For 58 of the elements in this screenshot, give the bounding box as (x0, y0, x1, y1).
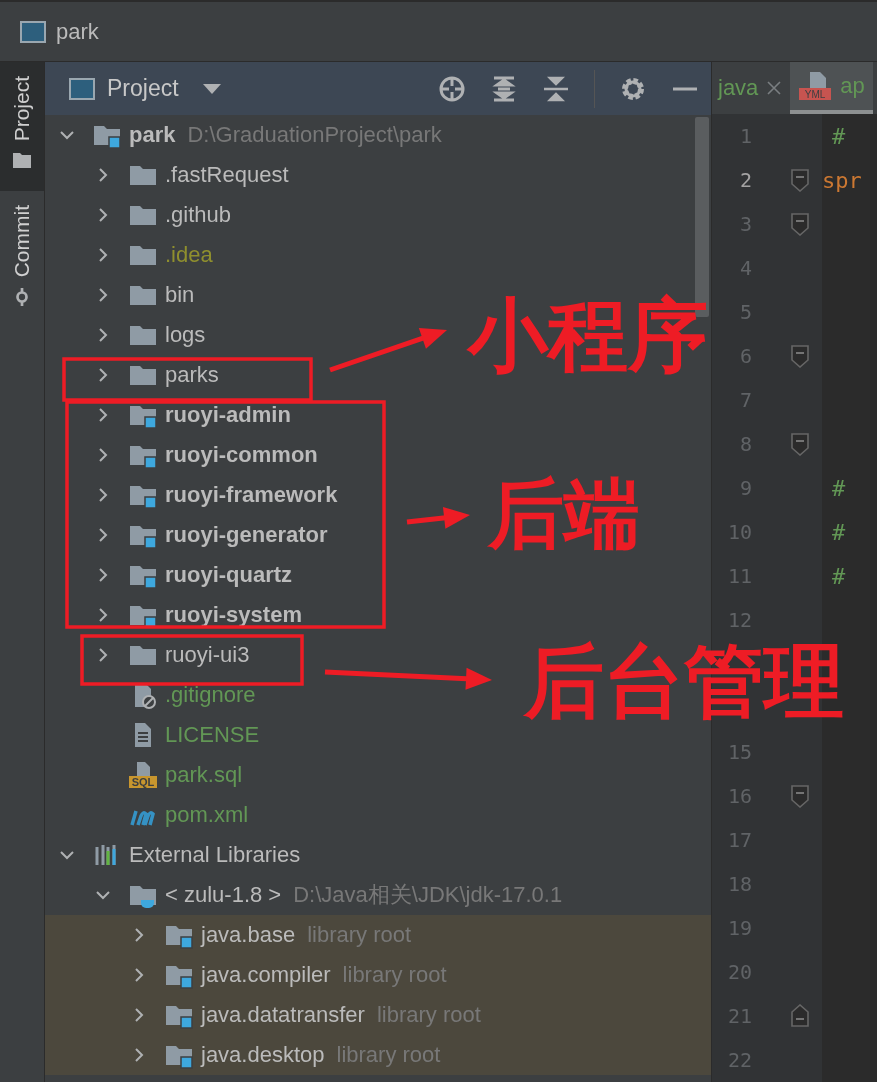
path-hint: library root (336, 1042, 441, 1068)
path-hint: library root (307, 922, 412, 948)
tree-item[interactable]: ruoyi-admin (165, 402, 291, 428)
tree-item[interactable]: java.base (201, 922, 296, 948)
tree-item[interactable]: ruoyi-ui3 (165, 642, 250, 668)
annotation-label: 后台管理 (524, 642, 844, 722)
locate-icon[interactable] (438, 74, 466, 103)
tree-item[interactable]: LICENSE (165, 722, 260, 748)
fold-marker-icon[interactable] (790, 344, 810, 368)
fold-marker-icon[interactable] (790, 212, 810, 236)
tree-item[interactable]: park (129, 122, 176, 148)
window-icon (20, 20, 46, 43)
fold-marker-icon[interactable] (790, 432, 810, 456)
fold-marker-icon[interactable] (790, 784, 810, 808)
code-text: # (832, 519, 846, 545)
tree-item[interactable]: parks (165, 362, 219, 388)
path-hint: D:\GraduationProject\park (187, 122, 442, 148)
tree-item[interactable]: logs (165, 322, 206, 348)
tree-item[interactable]: bin (165, 282, 195, 308)
panel-icon (69, 77, 95, 100)
tree-item[interactable]: java.datatransfer (201, 1002, 365, 1028)
arrow (406, 506, 470, 529)
tree-item[interactable]: park.sql (165, 762, 243, 788)
close-icon[interactable] (766, 80, 783, 96)
tree-item[interactable]: pom.xml (165, 802, 249, 828)
tree-item[interactable]: ruoyi-generator (165, 522, 328, 548)
annotation-label: 后端 (488, 476, 640, 552)
code-text: # (832, 123, 846, 149)
path-hint: D:\Java相关\JDK\jdk-17.0.1 (293, 881, 563, 909)
fold-marker-icon[interactable] (790, 1004, 810, 1028)
tool-window-tab[interactable]: Commit (0, 191, 44, 328)
tree-item[interactable]: java.desktop (201, 1042, 325, 1068)
path-hint: library root (376, 1002, 481, 1028)
collapse-all-icon[interactable] (542, 74, 570, 103)
code-text: spr (822, 167, 862, 193)
tree-item[interactable]: External Libraries (129, 842, 301, 868)
tree-item[interactable]: .github (165, 202, 232, 228)
dropdown-caret-icon[interactable] (202, 83, 221, 94)
tree-item[interactable]: java.compiler (201, 962, 331, 988)
tree-item[interactable]: ruoyi-common (165, 442, 318, 468)
tree-item[interactable]: ruoyi-system (165, 602, 302, 628)
code-text: # (832, 475, 846, 501)
tool-window-tab[interactable]: Project (0, 62, 44, 192)
tree-item[interactable]: ruoyi-quartz (165, 562, 293, 588)
line-number: 2 (738, 168, 752, 192)
tree-item[interactable]: .fastRequest (165, 162, 289, 188)
window-title: park (56, 18, 99, 45)
tree-item[interactable]: < zulu-1.8 > (165, 882, 282, 908)
tree-item[interactable]: .gitignore (165, 682, 256, 708)
tree-item[interactable]: .idea (165, 242, 213, 268)
panel-title[interactable]: Project (107, 75, 179, 102)
tree-item[interactable]: ruoyi-framework (165, 482, 338, 508)
path-hint: library root (342, 962, 447, 988)
fold-marker-icon[interactable] (790, 168, 810, 192)
editor-tab[interactable]: java (712, 62, 791, 114)
expand-all-icon[interactable] (490, 74, 518, 103)
folder-icon (12, 151, 32, 170)
code-text: # (832, 563, 846, 589)
